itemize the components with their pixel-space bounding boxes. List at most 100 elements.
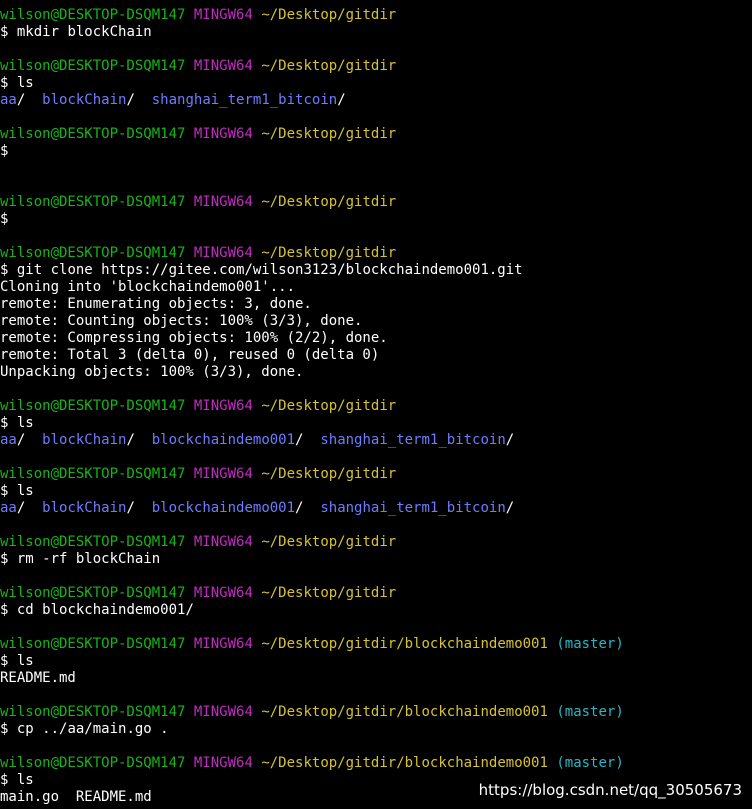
- git-branch: (master): [556, 704, 624, 720]
- prompt-dollar: $: [0, 75, 9, 91]
- prompt-path: ~/Desktop/gitdir: [261, 398, 397, 414]
- command-line: $ git clone https://gitee.com/wilson3123…: [0, 262, 523, 279]
- prompt-dollar: $: [0, 262, 9, 278]
- prompt-user: wilson@DESKTOP-DSQM147: [0, 636, 186, 652]
- dir-entry: blockchaindemo001: [151, 432, 296, 448]
- command-line: $ ls: [0, 415, 34, 432]
- prompt-line: wilson@DESKTOP-DSQM147 MINGW64 ~/Desktop…: [0, 585, 396, 602]
- prompt-line: wilson@DESKTOP-DSQM147 MINGW64 ~/Desktop…: [0, 245, 396, 262]
- prompt-user: wilson@DESKTOP-DSQM147: [0, 704, 186, 720]
- clone-output-line: Cloning into 'blockchaindemo001'...: [0, 279, 296, 295]
- prompt-path: ~/Desktop/gitdir: [261, 534, 397, 550]
- command-line: $ rm -rf blockChain: [0, 551, 160, 568]
- command-ls: ls: [16, 653, 34, 669]
- ls-output: aa/ blockChain/ blockchaindemo001/ shang…: [0, 432, 515, 448]
- prompt-host: MINGW64: [193, 585, 253, 601]
- dir-entry: aa: [0, 500, 17, 516]
- prompt-path: ~/Desktop/gitdir: [261, 245, 397, 261]
- prompt-host: MINGW64: [193, 194, 253, 210]
- ls-output: README.md: [0, 670, 76, 686]
- prompt-dollar: $: [0, 483, 9, 499]
- prompt-dollar: $: [0, 721, 9, 737]
- prompt-user: wilson@DESKTOP-DSQM147: [0, 126, 186, 142]
- prompt-line: wilson@DESKTOP-DSQM147 MINGW64 ~/Desktop…: [0, 755, 624, 772]
- prompt-user: wilson@DESKTOP-DSQM147: [0, 58, 186, 74]
- dir-entry: aa: [0, 92, 17, 108]
- git-branch: (master): [556, 636, 624, 652]
- command-ls: ls: [16, 772, 34, 788]
- prompt-user: wilson@DESKTOP-DSQM147: [0, 585, 186, 601]
- command-ls: ls: [16, 75, 34, 91]
- prompt-user: wilson@DESKTOP-DSQM147: [0, 245, 186, 261]
- prompt-line: wilson@DESKTOP-DSQM147 MINGW64 ~/Desktop…: [0, 466, 396, 483]
- prompt-line: wilson@DESKTOP-DSQM147 MINGW64 ~/Desktop…: [0, 636, 624, 653]
- prompt-line: wilson@DESKTOP-DSQM147 MINGW64 ~/Desktop…: [0, 126, 396, 143]
- prompt-dollar: $: [0, 415, 9, 431]
- prompt-dollar: $: [0, 653, 9, 669]
- ls-output: aa/ blockChain/ blockchaindemo001/ shang…: [0, 500, 515, 516]
- dir-entry: blockChain: [42, 500, 127, 516]
- terminal-window[interactable]: wilson@DESKTOP-DSQM147 MINGW64 ~/Desktop…: [0, 0, 752, 809]
- prompt-host: MINGW64: [193, 58, 253, 74]
- dir-entry: shanghai_term1_bitcoin: [320, 432, 506, 448]
- prompt-line: wilson@DESKTOP-DSQM147 MINGW64 ~/Desktop…: [0, 194, 396, 211]
- dir-entry: blockChain: [42, 432, 127, 448]
- prompt-user: wilson@DESKTOP-DSQM147: [0, 534, 186, 550]
- clone-output-line: remote: Compressing objects: 100% (2/2),…: [0, 330, 388, 346]
- prompt-host: MINGW64: [193, 7, 253, 23]
- command-line: $ mkdir blockChain: [0, 24, 152, 41]
- prompt-path: ~/Desktop/gitdir: [261, 58, 397, 74]
- prompt-path: ~/Desktop/gitdir: [261, 466, 397, 482]
- command-line: $ ls: [0, 653, 34, 670]
- prompt-line: wilson@DESKTOP-DSQM147 MINGW64 ~/Desktop…: [0, 398, 396, 415]
- dir-entry: shanghai_term1_bitcoin: [320, 500, 506, 516]
- prompt-host: MINGW64: [193, 636, 253, 652]
- dir-entry: aa: [0, 432, 17, 448]
- prompt-user: wilson@DESKTOP-DSQM147: [0, 398, 186, 414]
- prompt-host: MINGW64: [193, 126, 253, 142]
- prompt-line: wilson@DESKTOP-DSQM147 MINGW64 ~/Desktop…: [0, 534, 396, 551]
- prompt-path: ~/Desktop/gitdir/blockchaindemo001: [261, 636, 548, 652]
- command-line: $ ls: [0, 772, 34, 789]
- prompt-user: wilson@DESKTOP-DSQM147: [0, 466, 186, 482]
- prompt-host: MINGW64: [193, 534, 253, 550]
- prompt-path: ~/Desktop/gitdir/blockchaindemo001: [261, 755, 548, 771]
- prompt-path: ~/Desktop/gitdir: [261, 194, 397, 210]
- prompt-host: MINGW64: [193, 466, 253, 482]
- command-line: $: [0, 143, 8, 160]
- command-ls: ls: [16, 415, 34, 431]
- prompt-user: wilson@DESKTOP-DSQM147: [0, 7, 186, 23]
- ls-output: main.go README.md: [0, 789, 152, 805]
- prompt-host: MINGW64: [193, 704, 253, 720]
- command-git-clone: git clone https://gitee.com/wilson3123/b…: [16, 262, 523, 278]
- dir-entry: blockchaindemo001: [151, 500, 296, 516]
- prompt-dollar: $: [0, 143, 9, 159]
- prompt-line: wilson@DESKTOP-DSQM147 MINGW64 ~/Desktop…: [0, 58, 396, 75]
- command-ls: ls: [16, 483, 34, 499]
- prompt-host: MINGW64: [193, 398, 253, 414]
- command-mkdir: mkdir blockChain: [16, 24, 152, 40]
- dir-entry: blockChain: [42, 92, 127, 108]
- prompt-dollar: $: [0, 772, 9, 788]
- prompt-user: wilson@DESKTOP-DSQM147: [0, 194, 186, 210]
- ls-output: aa/ blockChain/ shanghai_term1_bitcoin/: [0, 92, 346, 108]
- prompt-host: MINGW64: [193, 245, 253, 261]
- prompt-user: wilson@DESKTOP-DSQM147: [0, 755, 186, 771]
- prompt-line: wilson@DESKTOP-DSQM147 MINGW64 ~/Desktop…: [0, 704, 624, 721]
- prompt-dollar: $: [0, 24, 9, 40]
- prompt-line: wilson@DESKTOP-DSQM147 MINGW64 ~/Desktop…: [0, 7, 396, 24]
- command-line: $: [0, 211, 8, 228]
- command-cp: cp ../aa/main.go .: [16, 721, 169, 737]
- prompt-path: ~/Desktop/gitdir/blockchaindemo001: [261, 704, 548, 720]
- prompt-dollar: $: [0, 211, 9, 227]
- git-branch: (master): [556, 755, 624, 771]
- clone-output-line: Unpacking objects: 100% (3/3), done.: [0, 364, 304, 380]
- dir-entry: shanghai_term1_bitcoin: [151, 92, 338, 108]
- prompt-path: ~/Desktop/gitdir: [261, 126, 397, 142]
- prompt-host: MINGW64: [193, 755, 253, 771]
- prompt-dollar: $: [0, 551, 9, 567]
- command-line: $ ls: [0, 483, 34, 500]
- prompt-path: ~/Desktop/gitdir: [261, 7, 397, 23]
- clone-output-line: remote: Total 3 (delta 0), reused 0 (del…: [0, 347, 380, 363]
- clone-output-line: remote: Counting objects: 100% (3/3), do…: [0, 313, 363, 329]
